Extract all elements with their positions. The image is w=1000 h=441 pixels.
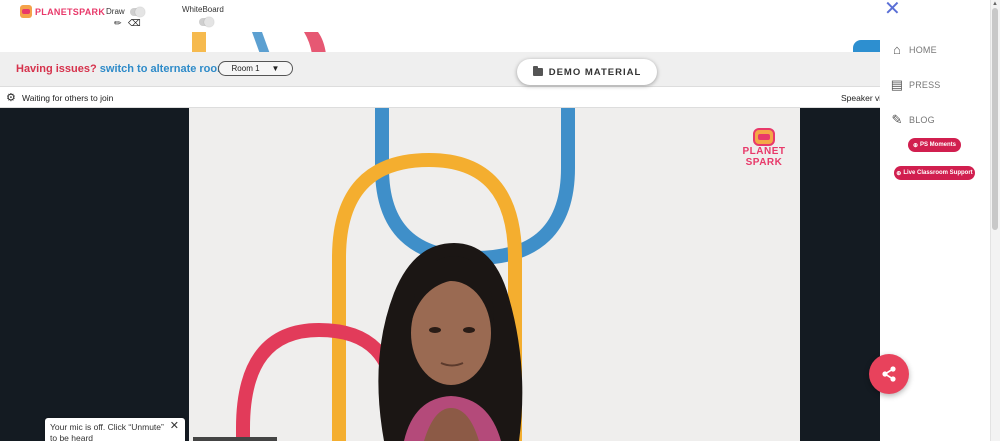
watermark-line1: PLANET (742, 146, 786, 157)
scroll-up-icon[interactable]: ▲ (992, 1, 998, 7)
live-support-button[interactable]: ⊕ Live Classroom Support (894, 166, 975, 180)
close-menu-icon[interactable]: ✕ (884, 0, 901, 19)
speaker-view-toggle[interactable]: Speaker vi (841, 93, 880, 103)
sidebar-item-press[interactable]: ▤ PRESS (890, 77, 941, 93)
room-select[interactable]: Room 1 ▼ (218, 61, 293, 76)
pencil-icon: ✎ (891, 112, 903, 127)
ps-moments-label: PS Moments (920, 142, 957, 148)
sidebar-item-blog[interactable]: ✎ BLOG (890, 112, 935, 128)
waiting-status: Waiting for others to join (22, 93, 114, 103)
sidebar-item-home[interactable]: ⌂ HOME (890, 42, 937, 57)
issues-message: Having issues? switch to alternate room (16, 63, 227, 75)
status-bar: ⚙ Waiting for others to join Speaker vi (0, 86, 880, 108)
mic-toast-text: Your mic is off. Click “Unmute” to be he… (50, 422, 164, 441)
home-icon: ⌂ (892, 42, 902, 57)
plus-circle-icon: ⊕ (896, 170, 902, 177)
sidebar-item-label: BLOG (909, 115, 935, 125)
share-icon (882, 366, 896, 382)
share-button[interactable] (869, 354, 909, 394)
switch-room-link[interactable]: switch to alternate room (100, 63, 227, 75)
video-frame (189, 108, 800, 441)
participant-name-tag (193, 437, 277, 441)
demo-material-button[interactable]: DEMO MATERIAL (517, 59, 657, 85)
logo-text: PLANETSPARK (35, 6, 106, 17)
planetspark-logo[interactable]: PLANETSPARK (20, 5, 105, 18)
scrollbar-thumb[interactable] (992, 8, 998, 230)
eraser-icon[interactable]: ⌫ (128, 18, 141, 29)
ps-moments-button[interactable]: ⊕ PS Moments (908, 138, 961, 152)
room-select-value: Room 1 (231, 64, 260, 73)
newspaper-icon: ▤ (890, 77, 904, 92)
sidebar-item-label: HOME (909, 44, 937, 55)
robot-logo-icon (753, 128, 775, 146)
pencil-icon[interactable]: ✏ (114, 18, 122, 29)
live-support-label: Live Classroom Support (903, 170, 973, 176)
plus-circle-icon: ⊕ (912, 142, 918, 149)
sidebar-item-label: PRESS (909, 80, 941, 90)
folder-icon (532, 66, 543, 76)
background-graphic (0, 32, 880, 54)
arch-decoration (192, 32, 326, 54)
chevron-down-icon: ▼ (271, 64, 280, 73)
mic-off-toast: Your mic is off. Click “Unmute” to be he… (45, 418, 185, 441)
issues-prefix: Having issues? (16, 63, 97, 75)
planetspark-watermark: PLANET SPARK (742, 128, 786, 168)
whiteboard-label: WhiteBoard (182, 5, 224, 14)
issues-bar: Having issues? switch to alternate room … (0, 52, 880, 86)
top-toolbar: PLANETSPARK Draw ✏ ⌫ WhiteBoard (0, 0, 880, 32)
gear-icon[interactable]: ⚙ (6, 91, 16, 104)
video-background-graphic (236, 108, 575, 441)
draw-label: Draw (106, 7, 125, 16)
draw-toggle[interactable] (130, 7, 145, 17)
whiteboard-toggle[interactable] (199, 17, 214, 27)
presenter-video (378, 243, 523, 441)
app-root: PLANETSPARK Draw ✏ ⌫ WhiteBoard Having i… (0, 0, 1000, 441)
logo-icon (20, 5, 32, 18)
close-icon[interactable]: ✕ (170, 421, 179, 432)
watermark-line2: SPARK (745, 157, 783, 168)
demo-material-label: DEMO MATERIAL (548, 66, 642, 78)
